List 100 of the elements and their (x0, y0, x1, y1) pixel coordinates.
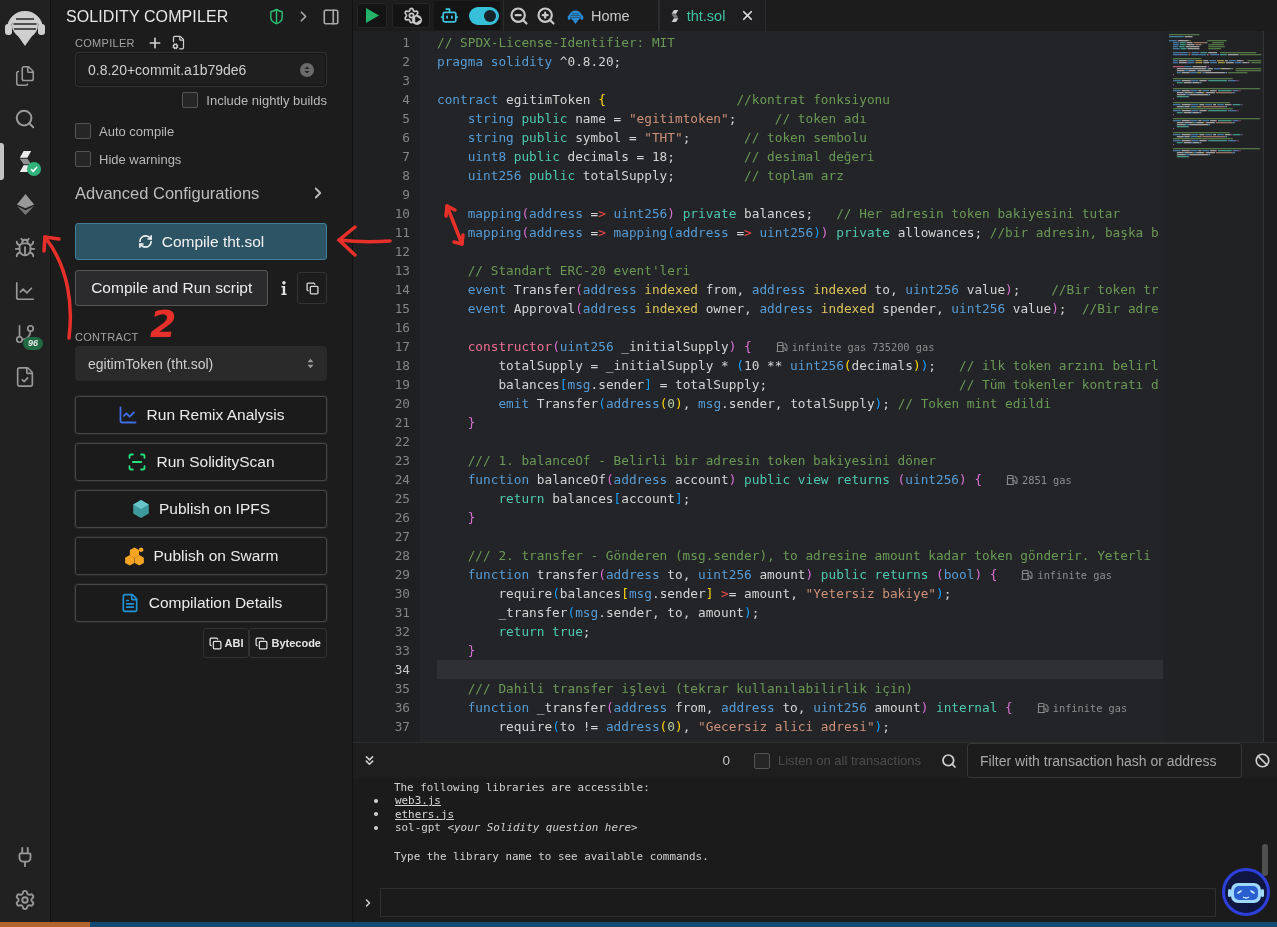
compiler-version-select[interactable]: 0.8.20+commit.a1b79de6 (75, 52, 327, 87)
action-button[interactable]: Publish on IPFS (75, 490, 327, 528)
code-line: } (467, 414, 476, 432)
search-icon[interactable] (14, 107, 36, 130)
scrollbar-thumb[interactable] (1262, 844, 1268, 876)
editor-tab[interactable]: tht.sol (658, 0, 767, 31)
gas-estimate: infinite gas (1037, 568, 1112, 581)
diamond-icon[interactable] (14, 193, 36, 216)
copy-icon (208, 636, 222, 650)
line-number: 18 (394, 357, 410, 375)
code-line: } (467, 509, 476, 527)
git-branch-icon[interactable] (14, 322, 36, 345)
scan-icon (127, 452, 148, 472)
code-line: uint8 public decimals = 18; // desimal değeri (467, 148, 875, 166)
terminal-text: The following libraries are accessible: (394, 781, 650, 795)
advanced-configurations-toggle[interactable]: Advanced Configurations (75, 183, 260, 203)
info-icon[interactable] (281, 281, 288, 295)
chatbot-icon[interactable] (1222, 868, 1270, 916)
copy-icon (255, 636, 269, 650)
script-config-button[interactable] (392, 3, 430, 28)
contract-select[interactable]: egitimToken (tht.sol) (75, 346, 327, 381)
section-label: COMPILER (75, 36, 135, 49)
gear-play-icon (401, 6, 421, 25)
file-check-icon[interactable] (14, 365, 36, 388)
code-line: // Standart ERC-20 event'leri (467, 262, 691, 280)
bug-icon[interactable] (14, 236, 36, 259)
count-badge: 96 (23, 337, 43, 350)
code-line: mapping(address => uint256) private balances; // Her adresin token bakiyesini tutar (467, 205, 1121, 223)
line-number: 3 (402, 72, 410, 90)
bullet-icon (374, 812, 378, 817)
compile-button[interactable]: Compile tht.sol (75, 223, 327, 260)
robot-icon[interactable] (440, 6, 459, 25)
checkbox-label: Hide warnings (99, 151, 182, 167)
copy-button[interactable]: ABI (202, 628, 250, 658)
line-number: 1 (402, 34, 410, 52)
line-number: 15 (394, 300, 410, 318)
line-number: 7 (402, 148, 410, 166)
action-button[interactable]: Publish on Swarm (75, 537, 327, 575)
select-arrows-icon (307, 357, 314, 370)
code-line: // SPDX-License-Identifier: MIT (437, 34, 675, 52)
action-button[interactable]: Run Remix Analysis (75, 396, 327, 434)
zoom-in-icon[interactable] (536, 5, 556, 26)
files-icon[interactable] (14, 64, 36, 87)
line-number: 27 (394, 528, 410, 546)
action-button[interactable]: Compilation Details (75, 584, 327, 622)
line-number: 12 (394, 243, 410, 261)
library-link[interactable]: ethers.js (395, 807, 454, 822)
toggle-switch[interactable] (469, 6, 499, 25)
panel-title: SOLIDITY COMPILER (66, 7, 230, 26)
code-line: emit Transfer(address(0), msg.sender, totalSupply); // Token mint edildi (498, 395, 1052, 413)
bullet-icon (374, 799, 378, 804)
line-number: 29 (394, 566, 410, 584)
action-button[interactable]: Run SolidityScan (75, 443, 327, 481)
filter-input[interactable]: Filter with transaction hash or address (967, 743, 1242, 778)
line-number: 9 (402, 186, 410, 204)
checkbox[interactable] (75, 123, 91, 139)
chart-icon[interactable] (14, 279, 36, 302)
code-line: balances[msg.sender] = totalSupply; // Tüm tokenler kontratı d (498, 376, 1159, 394)
checkbox-label: Auto compile (99, 123, 175, 139)
line-number: 20 (394, 395, 410, 413)
line-number: 25 (394, 490, 410, 508)
code-line: function transfer(address to, uint256 amount) public returns (bool) { (467, 566, 998, 584)
fuel-pump-icon (775, 340, 788, 353)
line-number: 22 (394, 433, 410, 451)
code-line: return true; (498, 623, 591, 641)
zoom-out-icon[interactable] (509, 5, 529, 26)
annotation-number: 2 (150, 305, 177, 343)
s-shape-icon (669, 8, 680, 23)
gas-estimate: 2851 gas (1022, 473, 1072, 486)
code-line: event Transfer(address indexed from, address indexed to, uint256 value); //Bir token tr (467, 281, 1159, 299)
line-number: 13 (394, 262, 410, 280)
settings-icon[interactable] (14, 888, 36, 911)
code-line: _transfer(msg.sender, to, amount); (498, 604, 760, 622)
checkbox[interactable] (182, 92, 199, 108)
line-number: 11 (394, 224, 410, 242)
checkbox[interactable] (75, 151, 91, 167)
gas-estimate: infinite gas (1052, 701, 1128, 714)
gas-estimate: infinite gas 735200 gas (791, 340, 935, 353)
run-script-button[interactable]: Compile and Run script (75, 270, 269, 306)
file-gear-icon[interactable] (170, 35, 186, 50)
chart-icon (117, 405, 138, 425)
annotation-arrow (444, 204, 465, 246)
copy-button[interactable] (297, 272, 327, 304)
line-number: 37 (394, 718, 410, 736)
line-number: 4 (402, 91, 410, 109)
panel-toggle-icon[interactable] (322, 7, 340, 26)
library-link[interactable]: web3.js (395, 794, 441, 808)
search-icon[interactable] (941, 752, 957, 769)
fuel-pump-icon (1021, 568, 1034, 581)
ban-icon[interactable] (1255, 753, 1270, 768)
line-number: 24 (394, 471, 410, 489)
line-number: 14 (394, 281, 410, 299)
refresh-icon (137, 234, 153, 249)
copy-icon (305, 281, 319, 295)
active-indicator (0, 143, 4, 180)
copy-button[interactable]: Bytecode (249, 628, 327, 658)
bullet-icon (374, 825, 378, 830)
code-line: function balanceOf(address account) public view returns (uint256) { (467, 471, 983, 489)
code-line: /// Dahili transfer işlevi (tekrar kullanılabilirlik için) (467, 680, 913, 698)
run-button[interactable] (357, 3, 387, 28)
